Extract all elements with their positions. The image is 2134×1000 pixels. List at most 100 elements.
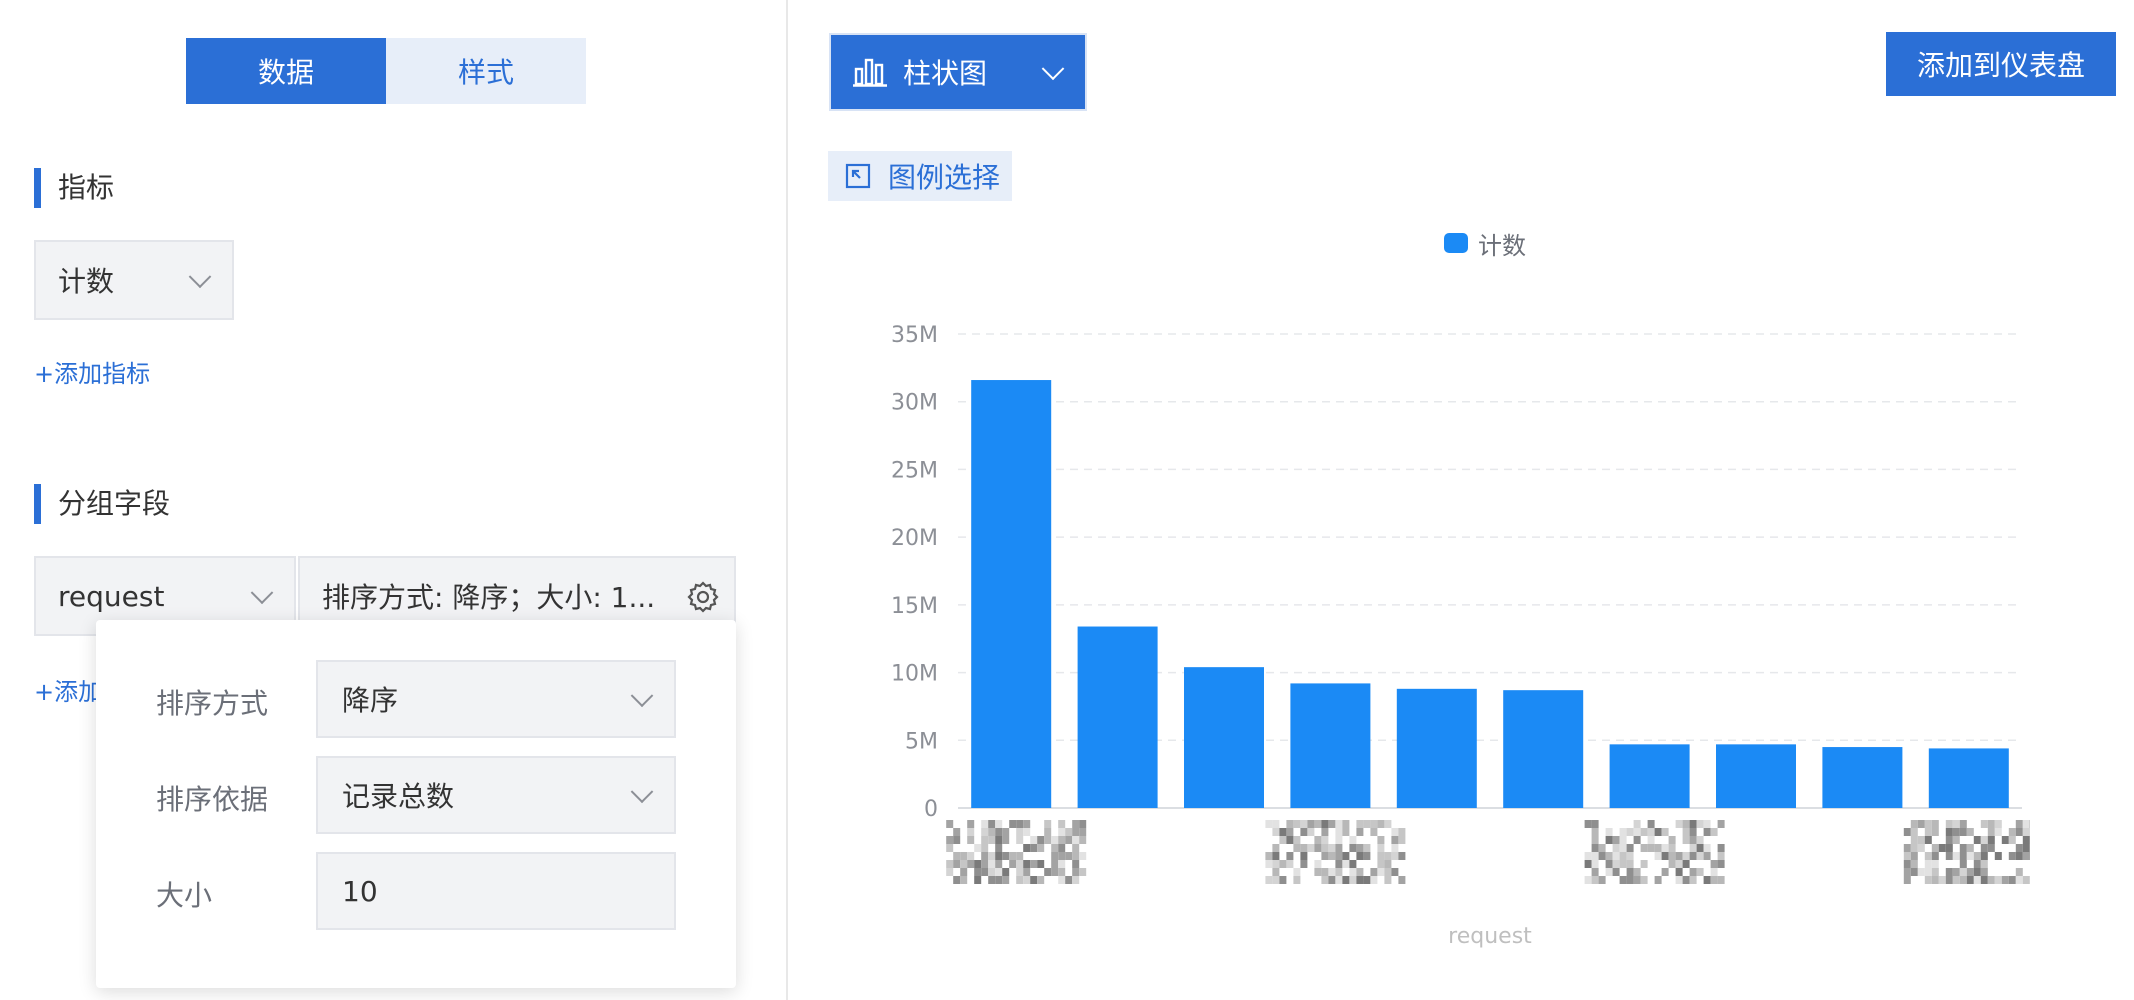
chart-bar[interactable] (1822, 747, 1903, 808)
redacted-label-pixel (1924, 820, 1932, 828)
redacted-label-pixel (988, 852, 996, 860)
redacted-label-pixel (1661, 852, 1669, 860)
chart-bar[interactable] (971, 380, 1052, 808)
redacted-label-pixel (1959, 876, 1967, 884)
redacted-label-pixel (1023, 876, 1031, 884)
chart-bar[interactable] (1290, 683, 1371, 808)
redacted-label-pixel (1349, 868, 1357, 876)
redacted-label-pixel (1272, 820, 1280, 828)
redacted-label-pixel (2015, 852, 2023, 860)
redacted-label-pixel (1640, 876, 1648, 884)
redacted-label-pixel (946, 860, 954, 868)
chart-bar[interactable] (1609, 744, 1690, 808)
redacted-label-pixel (1619, 860, 1627, 868)
y-tick-label: 25M (891, 458, 938, 483)
redacted-label-pixel (1591, 868, 1599, 876)
redacted-label-pixel (1002, 852, 1010, 860)
redacted-label-pixel (1265, 876, 1273, 884)
chart-bar[interactable] (1716, 744, 1796, 808)
redacted-label-pixel (981, 852, 989, 860)
redacted-label-pixel (1328, 868, 1336, 876)
redacted-label-pixel (1356, 828, 1364, 836)
metric-select-value: 计数 (58, 265, 115, 298)
redacted-label-pixel (1058, 836, 1066, 844)
chart-type-dropdown[interactable]: 柱状图 (829, 33, 1087, 111)
redacted-label-pixel (981, 836, 989, 844)
redacted-label-pixel (953, 828, 961, 836)
gear-icon[interactable] (686, 580, 720, 614)
chart-bar[interactable] (1503, 690, 1584, 808)
redacted-label-pixel (1072, 820, 1080, 828)
redacted-label-pixel (1293, 820, 1301, 828)
redacted-label-pixel (1675, 868, 1683, 876)
redacted-label-pixel (1633, 836, 1641, 844)
redacted-label-pixel (988, 836, 996, 844)
chart-bar[interactable] (1184, 667, 1264, 808)
redacted-label-pixel (1051, 852, 1059, 860)
add-metric-link[interactable]: +添加指标 (34, 354, 150, 389)
redacted-label-pixel (1994, 876, 2002, 884)
redacted-label-pixel (1272, 868, 1280, 876)
redacted-label-pixel (1682, 828, 1690, 836)
redacted-label-pixel (1279, 836, 1287, 844)
redacted-label-pixel (1696, 852, 1704, 860)
redacted-label-pixel (1675, 860, 1683, 868)
redacted-label-pixel (1945, 876, 1953, 884)
size-input[interactable]: 10 (316, 852, 676, 930)
tab-style[interactable]: 样式 (386, 38, 586, 104)
redacted-label-pixel (2022, 852, 2030, 860)
redacted-label-pixel (1959, 868, 1967, 876)
redacted-label-pixel (1682, 852, 1690, 860)
redacted-label-pixel (2015, 876, 2023, 884)
redacted-label-pixel (2015, 820, 2023, 828)
add-to-dashboard-button[interactable]: 添加到仪表盘 (1886, 32, 2116, 96)
redacted-label-pixel (995, 820, 1003, 828)
redacted-label-pixel (1710, 828, 1718, 836)
y-tick-label: 35M (891, 323, 938, 348)
sort-by-select[interactable]: 记录总数 (316, 756, 676, 834)
redacted-label-pixel (1654, 852, 1662, 860)
redacted-label-pixel (1016, 836, 1024, 844)
chart-bar[interactable] (1077, 626, 1158, 808)
redacted-label-pixel (1300, 820, 1308, 828)
redacted-label-pixel (1924, 876, 1932, 884)
redacted-label-pixel (1591, 876, 1599, 884)
redacted-label-pixel (1030, 876, 1038, 884)
redacted-label-pixel (1987, 820, 1995, 828)
metric-select[interactable]: 计数 (34, 240, 234, 320)
redacted-label-pixel (1072, 852, 1080, 860)
redacted-label-pixel (1689, 876, 1697, 884)
redacted-label-pixel (1016, 876, 1024, 884)
redacted-label-pixel (981, 860, 989, 868)
chart-bar[interactable] (1928, 748, 2009, 808)
add-group-link[interactable]: +添加 (34, 672, 102, 707)
sort-order-value: 降序 (342, 684, 399, 717)
redacted-label-pixel (1647, 836, 1655, 844)
redacted-label-pixel (1710, 860, 1718, 868)
redacted-label-pixel (1605, 828, 1613, 836)
redacted-label-pixel (974, 876, 982, 884)
redacted-label-pixel (1016, 828, 1024, 836)
redacted-label-pixel (1391, 868, 1399, 876)
redacted-label-pixel (1356, 852, 1364, 860)
redacted-label-pixel (1349, 876, 1357, 884)
tab-data[interactable]: 数据 (186, 38, 386, 104)
redacted-label-pixel (1612, 868, 1620, 876)
redacted-label-pixel (1591, 860, 1599, 868)
redacted-label-pixel (1293, 836, 1301, 844)
redacted-label-pixel (995, 852, 1003, 860)
legend-select-button[interactable]: 图例选择 (828, 151, 1012, 201)
redacted-label-pixel (1391, 844, 1399, 852)
redacted-label-pixel (1717, 876, 1725, 884)
redacted-label-pixel (1938, 876, 1946, 884)
redacted-label-pixel (1605, 836, 1613, 844)
redacted-label-pixel (1286, 828, 1294, 836)
redacted-label-pixel (1584, 820, 1592, 828)
redacted-label-pixel (960, 868, 968, 876)
chart-legend[interactable]: 计数 (1444, 226, 1526, 260)
redacted-label-pixel (1980, 852, 1988, 860)
sort-order-select[interactable]: 降序 (316, 660, 676, 738)
chart-bar[interactable] (1396, 688, 1477, 808)
redacted-label-pixel (1272, 876, 1280, 884)
chevron-down-icon (630, 780, 654, 804)
